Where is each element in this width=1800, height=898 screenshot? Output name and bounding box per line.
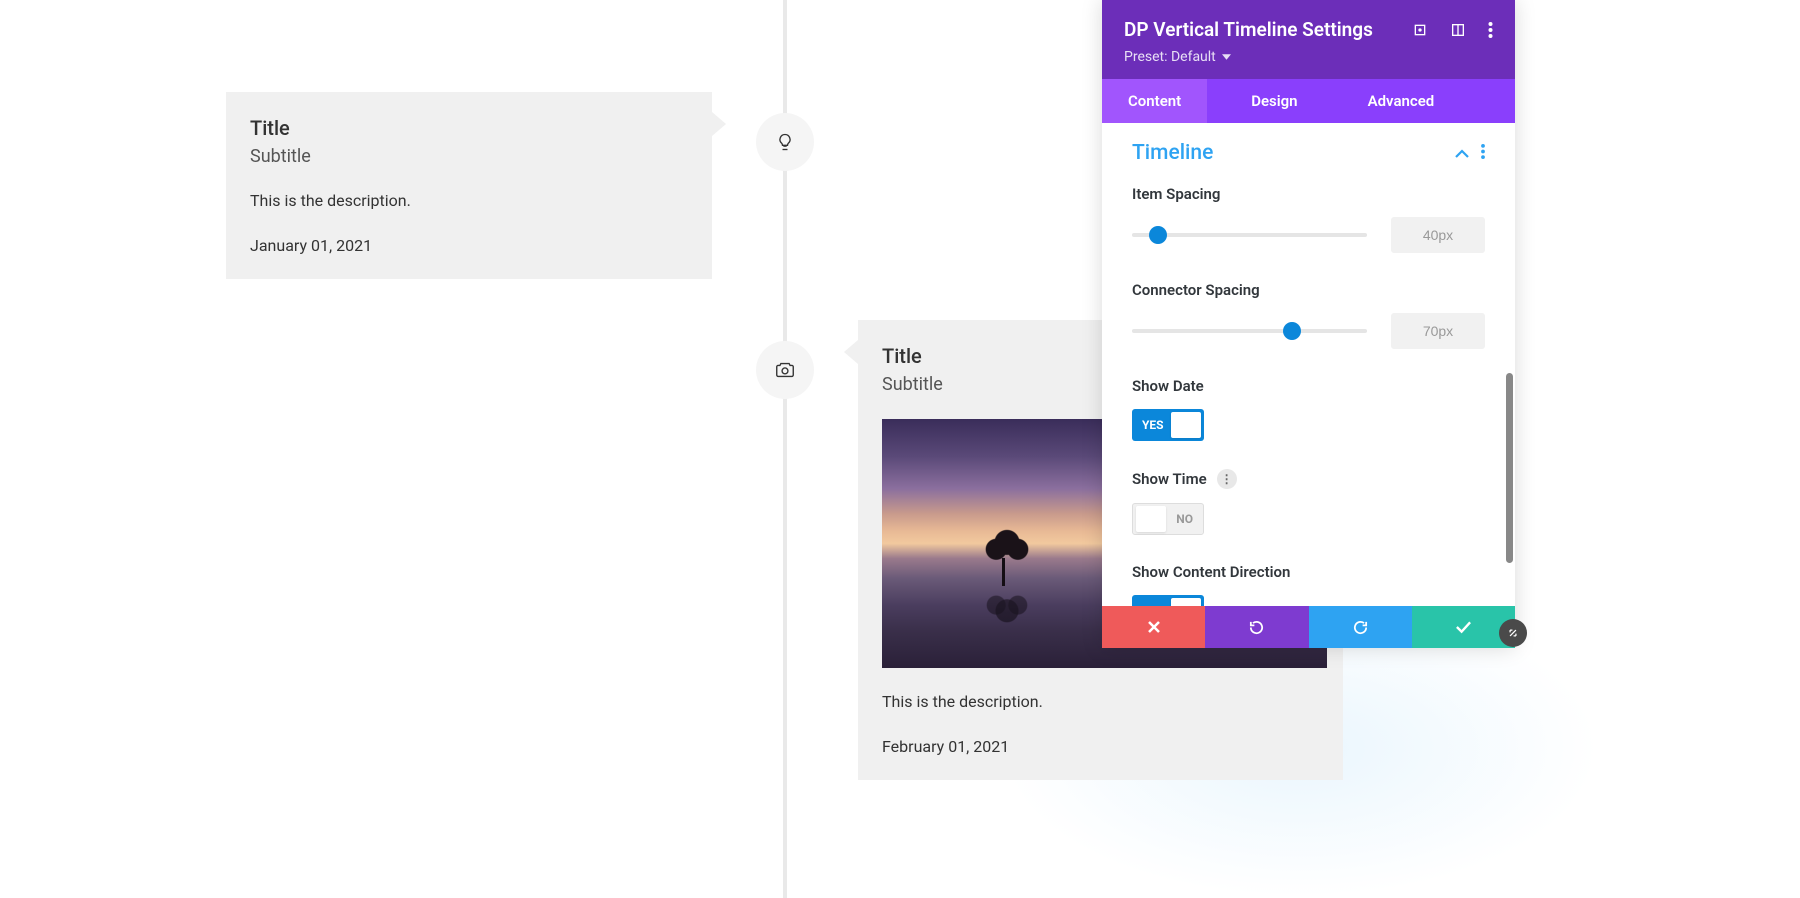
lightbulb-icon — [775, 132, 795, 152]
timeline-item-date: February 01, 2021 — [882, 737, 1319, 756]
panel-scrollbar[interactable] — [1506, 373, 1513, 563]
timeline-node-icon-2[interactable] — [756, 341, 814, 399]
item-spacing-input[interactable] — [1391, 217, 1485, 253]
check-icon — [1455, 620, 1472, 634]
panel-header[interactable]: DP Vertical Timeline Settings Preset: De… — [1102, 0, 1515, 79]
setting-show-time: Show Time ⋮ NO — [1132, 469, 1485, 535]
slider-thumb[interactable] — [1283, 322, 1301, 340]
chevron-down-icon — [1222, 54, 1231, 60]
section-options-icon[interactable] — [1481, 144, 1485, 163]
panel-body: Timeline Item Spacing Connector Spacing — [1102, 123, 1515, 606]
section-title: Timeline — [1132, 141, 1213, 165]
setting-label: Item Spacing — [1132, 185, 1485, 203]
settings-panel: DP Vertical Timeline Settings Preset: De… — [1102, 0, 1515, 648]
toggle-knob — [1171, 412, 1201, 438]
item-spacing-slider[interactable] — [1132, 233, 1367, 237]
show-date-toggle[interactable]: YES — [1132, 409, 1204, 441]
timeline-item-subtitle: Subtitle — [250, 146, 688, 167]
preset-dropdown[interactable]: Preset: Default — [1124, 49, 1493, 65]
preset-label: Preset: Default — [1124, 49, 1216, 65]
redo-icon — [1352, 619, 1369, 636]
timeline-node-icon-1[interactable] — [756, 113, 814, 171]
cancel-button[interactable] — [1102, 606, 1205, 648]
setting-label: Show Time ⋮ — [1132, 469, 1485, 489]
setting-connector-spacing: Connector Spacing — [1132, 281, 1485, 349]
camera-icon — [774, 359, 796, 381]
toggle-value: YES — [1142, 418, 1164, 432]
redo-button[interactable] — [1309, 606, 1412, 648]
direction-arrow-icon — [712, 112, 726, 136]
timeline-item-description: This is the description. — [250, 191, 688, 210]
timeline-item-description: This is the description. — [882, 692, 1319, 711]
expand-icon[interactable] — [1412, 22, 1428, 38]
resize-icon — [1506, 626, 1520, 640]
show-content-direction-toggle[interactable]: YES — [1132, 595, 1204, 606]
more-options-icon[interactable] — [1488, 22, 1493, 38]
toggle-value: NO — [1176, 512, 1193, 526]
connector-spacing-input[interactable] — [1391, 313, 1485, 349]
section-header[interactable]: Timeline — [1132, 141, 1485, 165]
toggle-knob — [1136, 506, 1166, 532]
timeline-preview: Title Subtitle This is the description. … — [0, 0, 1800, 898]
show-time-toggle[interactable]: NO — [1132, 503, 1204, 535]
field-options-icon[interactable]: ⋮ — [1217, 469, 1237, 489]
tab-design[interactable]: Design — [1225, 79, 1323, 123]
collapse-section-icon[interactable] — [1455, 144, 1469, 163]
setting-label: Show Content Direction — [1132, 563, 1485, 581]
setting-show-content-direction: Show Content Direction YES — [1132, 563, 1485, 606]
layout-grid-icon[interactable] — [1450, 22, 1466, 38]
tab-content[interactable]: Content — [1102, 79, 1207, 123]
resize-handle[interactable] — [1499, 619, 1527, 647]
setting-label: Connector Spacing — [1132, 281, 1485, 299]
setting-label: Show Date — [1132, 377, 1485, 395]
connector-spacing-slider[interactable] — [1132, 329, 1367, 333]
undo-icon — [1248, 619, 1265, 636]
panel-title: DP Vertical Timeline Settings — [1124, 18, 1373, 41]
tab-advanced[interactable]: Advanced — [1342, 79, 1461, 123]
toggle-knob — [1171, 598, 1201, 606]
panel-tabs: Content Design Advanced — [1102, 79, 1515, 123]
setting-label-text: Show Time — [1132, 470, 1207, 488]
setting-item-spacing: Item Spacing — [1132, 185, 1485, 253]
close-icon — [1147, 620, 1161, 634]
slider-thumb[interactable] — [1149, 226, 1167, 244]
direction-arrow-icon — [844, 340, 858, 364]
toggle-value: YES — [1142, 604, 1164, 606]
timeline-item-1[interactable]: Title Subtitle This is the description. … — [226, 92, 712, 279]
undo-button[interactable] — [1205, 606, 1308, 648]
timeline-item-title: Title — [250, 116, 688, 140]
timeline-item-date: January 01, 2021 — [250, 236, 688, 255]
panel-footer — [1102, 606, 1515, 648]
setting-show-date: Show Date YES — [1132, 377, 1485, 441]
